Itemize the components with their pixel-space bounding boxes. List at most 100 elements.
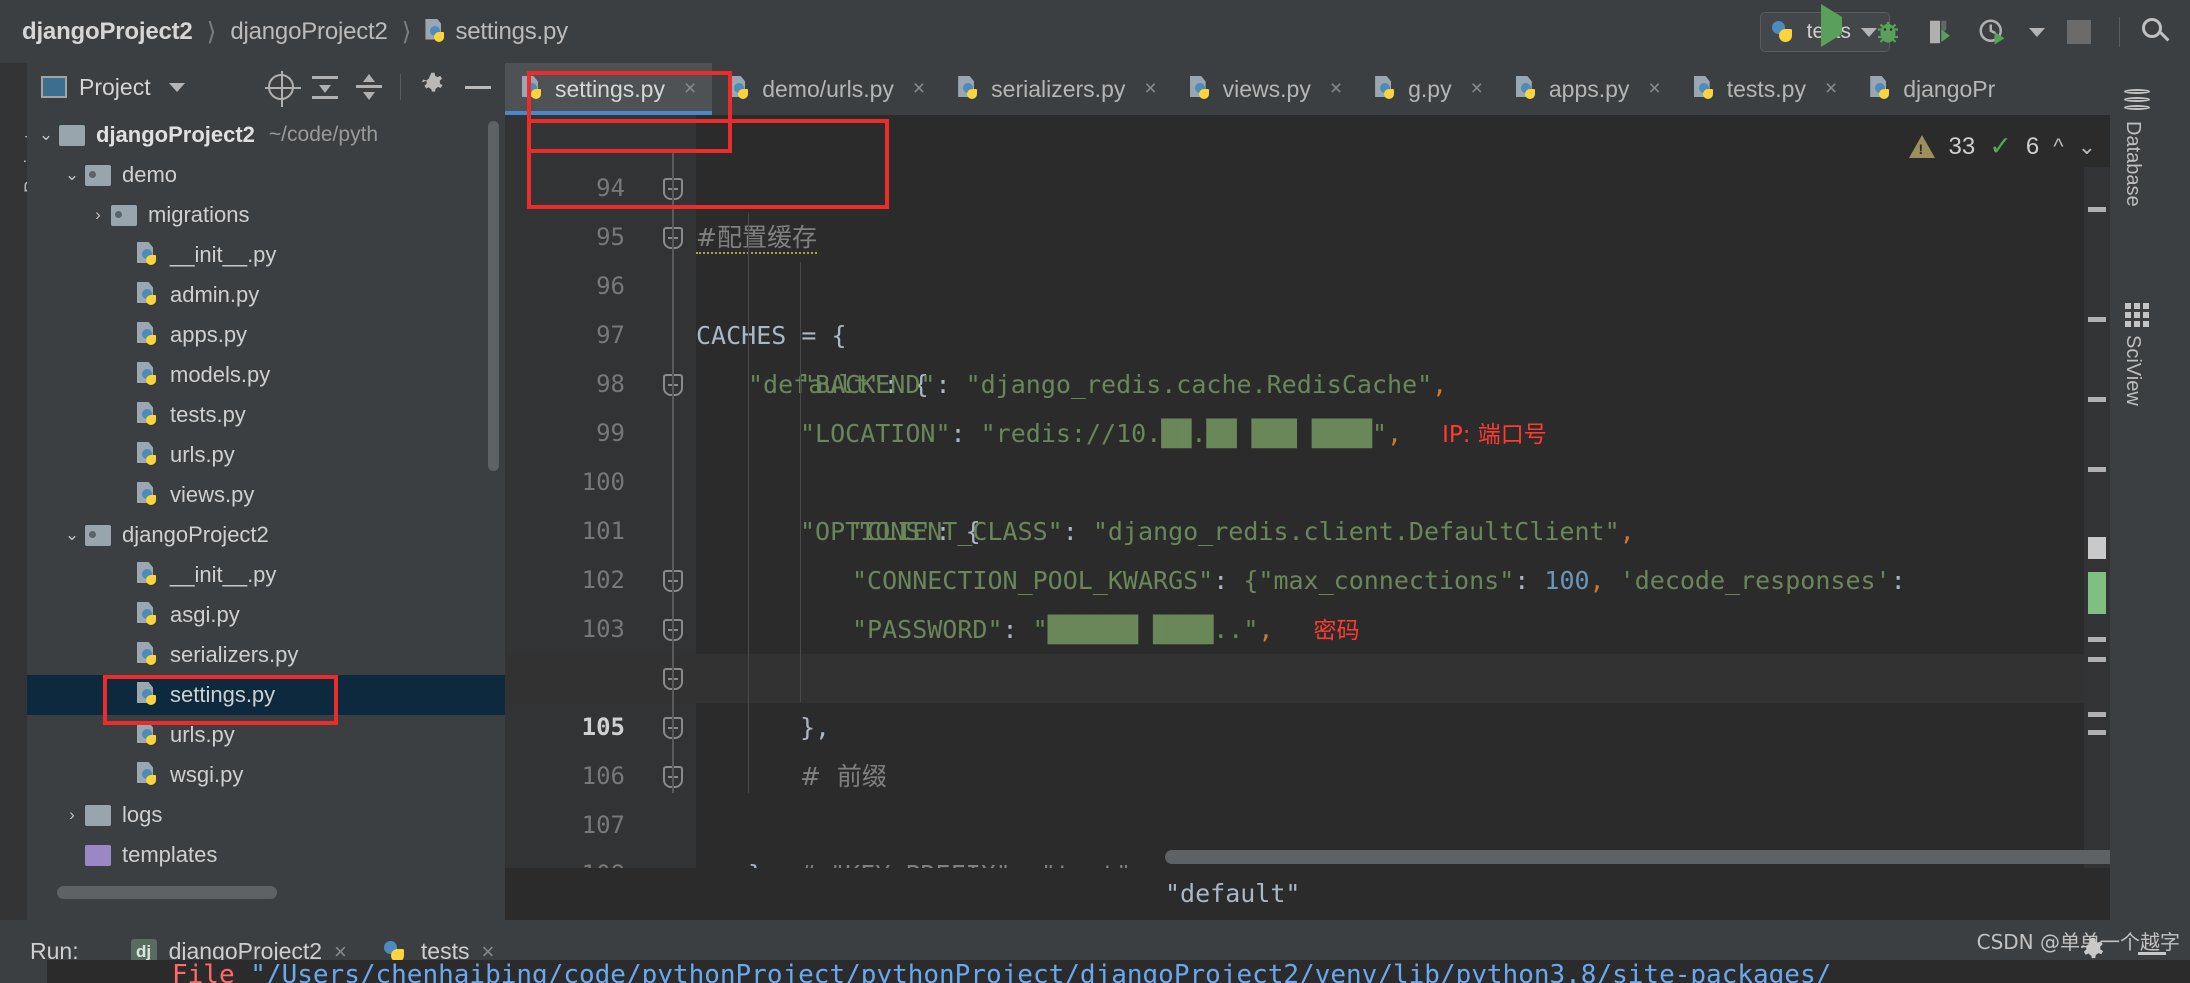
tree-item[interactable]: admin.py [27, 275, 505, 315]
close-icon[interactable]: × [1144, 77, 1156, 101]
folder-icon [85, 804, 111, 826]
tree-item-selected[interactable]: settings.py [27, 675, 505, 715]
editor-tab-apps-py[interactable]: apps.py × [1499, 63, 1677, 115]
editor-tab-serializers-py[interactable]: serializers.py × [941, 63, 1172, 115]
stripe-mark[interactable] [2088, 397, 2106, 402]
editor-tab-bar[interactable]: settings.py × demo/urls.py × serializers.py ×… [505, 63, 2110, 115]
tree-item[interactable]: wsgi.py [27, 755, 505, 795]
tree-item[interactable]: __init__.py [27, 555, 505, 595]
run-with-coverage-button[interactable] [1925, 17, 1955, 47]
stripe-mark[interactable] [2088, 712, 2106, 717]
tool-window-tab-database[interactable]: Database [2121, 121, 2144, 207]
code-line[interactable]: 103 }, [505, 556, 2110, 742]
tree-item[interactable]: models.py [27, 355, 505, 395]
chevron-right-icon[interactable]: › [85, 205, 111, 225]
code-line[interactable]: 108 [505, 801, 2110, 888]
code-line[interactable]: 100 "CLIENT_CLASS": "django_redis.client… [505, 409, 2110, 546]
profile-dropdown-chevron-down-icon[interactable] [2029, 27, 2045, 37]
tree-item[interactable]: ⌄ djangoProject2 [27, 515, 505, 555]
code-line[interactable]: 101 "CONNECTION_POOL_KWARGS": {"max_conn… [505, 458, 2110, 595]
tree-item[interactable]: › migrations [27, 195, 505, 235]
tree-item[interactable]: templates [27, 835, 505, 875]
code-line[interactable]: 94 #配置缓存 [505, 115, 2110, 254]
code-line[interactable]: 107 } [505, 752, 2110, 938]
arrow-spacer [111, 285, 137, 305]
close-icon[interactable]: × [913, 77, 925, 101]
close-icon[interactable]: × [1330, 77, 1342, 101]
stop-button[interactable] [2067, 17, 2097, 47]
editor-tab-g-py[interactable]: g.py × [1358, 63, 1499, 115]
project-tree[interactable]: ⌄ djangoProject2 ~/code/pyth ⌄ demo › migratio… [27, 111, 505, 911]
tree-item[interactable]: ⌄ demo [27, 155, 505, 195]
tool-window-tab-sciview[interactable]: SciView [2121, 335, 2144, 406]
console-left-toolbar [0, 960, 47, 983]
run-tool-window: Run: dj djangoProject2 × tests × File "/… [0, 920, 2190, 983]
code-line[interactable]: 104 # 前缀 [505, 605, 2110, 791]
tree-item[interactable]: asgi.py [27, 595, 505, 635]
close-icon[interactable]: × [1825, 77, 1837, 101]
chevron-down-icon[interactable]: ⌄ [59, 165, 85, 185]
code-line-current[interactable]: 105 # "KEY_PREFIX": "test" [505, 654, 2110, 889]
editor-tab-demo-urls-py[interactable]: demo/urls.py × [712, 63, 941, 115]
stripe-mark[interactable] [2088, 317, 2106, 322]
python-file-icon [137, 642, 159, 668]
intention-bulb-icon[interactable] [691, 666, 715, 690]
tree-item[interactable]: ⌄ djangoProject2 ~/code/pyth [27, 115, 505, 155]
breadcrumb-item-file[interactable]: settings.py [425, 18, 568, 46]
stripe-mark[interactable] [2088, 637, 2106, 642]
stripe-mark[interactable] [2088, 572, 2106, 614]
tree-item[interactable]: __init__.py [27, 235, 505, 275]
editor-horizontal-scrollbar[interactable] [1165, 850, 2190, 864]
profile-button[interactable] [1977, 17, 2007, 47]
tree-item[interactable]: apps.py [27, 315, 505, 355]
code-line[interactable]: 106 } [505, 703, 2110, 889]
editor-tab-tests-py[interactable]: tests.py × [1677, 63, 1854, 115]
tree-item[interactable]: views.py [27, 475, 505, 515]
tree-item[interactable]: tests.py [27, 395, 505, 435]
code-editor[interactable]: 94 #配置缓存 95 CACHES = { 96 "default": { 9… [505, 115, 2190, 972]
stripe-mark[interactable] [2088, 537, 2106, 559]
editor-tab-views-py[interactable]: views.py × [1173, 63, 1358, 115]
code-line[interactable]: 98 "LOCATION": "redis://10.██.██ ███ ███… [505, 311, 2110, 448]
inspection-widget[interactable]: 33 ✓ 6 ^ ⌄ [1908, 131, 2096, 162]
stripe-mark[interactable] [2088, 730, 2106, 735]
code-line[interactable]: 97 "BACKEND": "django_redis.cache.RedisC… [505, 262, 2110, 399]
project-horizontal-scrollbar[interactable] [57, 886, 277, 899]
chevron-right-icon[interactable]: › [59, 805, 85, 825]
close-icon[interactable]: × [684, 77, 696, 101]
tree-item[interactable]: urls.py [27, 435, 505, 475]
next-problem-chevron-down-icon[interactable]: ⌄ [2078, 134, 2096, 160]
indent-guide [800, 262, 801, 702]
tree-item[interactable]: serializers.py [27, 635, 505, 675]
python-file-icon [729, 76, 751, 102]
code-line[interactable]: 95 CACHES = { [505, 164, 2110, 350]
hide-panel-icon[interactable] [465, 85, 491, 89]
debug-button[interactable] [1873, 17, 1903, 47]
tree-item[interactable]: urls.py [27, 715, 505, 755]
chevron-down-icon[interactable]: ⌄ [33, 125, 59, 145]
expand-all-icon[interactable] [312, 74, 338, 100]
editor-tab-settings-py[interactable]: settings.py × [505, 63, 713, 115]
stripe-mark[interactable] [2088, 207, 2106, 212]
breadcrumb-item-project[interactable]: djangoProject2 [22, 18, 193, 46]
collapse-all-icon[interactable] [356, 74, 382, 100]
editor-tab-djangopr[interactable]: djangoPr [1853, 63, 2011, 115]
run-button[interactable] [1821, 4, 1851, 47]
code-line[interactable]: 99 "OPTIONS": { [505, 360, 2110, 546]
code-line[interactable]: 96 "default": { [505, 213, 2110, 399]
project-vertical-scrollbar[interactable] [488, 121, 499, 471]
code-line[interactable]: 102 "PASSWORD": "██████ ████..", 密码 [505, 507, 2110, 644]
prev-problem-chevron-up-icon[interactable]: ^ [2053, 134, 2063, 160]
stripe-mark[interactable] [2088, 657, 2106, 662]
stripe-mark[interactable] [2088, 467, 2106, 472]
tree-item[interactable]: › logs [27, 795, 505, 835]
locate-file-icon[interactable] [265, 71, 301, 107]
gear-icon[interactable] [419, 71, 447, 104]
close-icon[interactable]: × [1648, 77, 1660, 101]
close-icon[interactable]: × [1471, 77, 1483, 101]
project-view-chevron-down-icon[interactable] [168, 82, 185, 92]
search-everywhere-icon[interactable] [2142, 18, 2170, 46]
chevron-down-icon[interactable]: ⌄ [59, 525, 85, 545]
breadcrumb-item-package[interactable]: djangoProject2 [230, 18, 388, 46]
code-lines[interactable]: 94 #配置缓存 95 CACHES = { 96 "default": { 9… [505, 115, 2110, 938]
